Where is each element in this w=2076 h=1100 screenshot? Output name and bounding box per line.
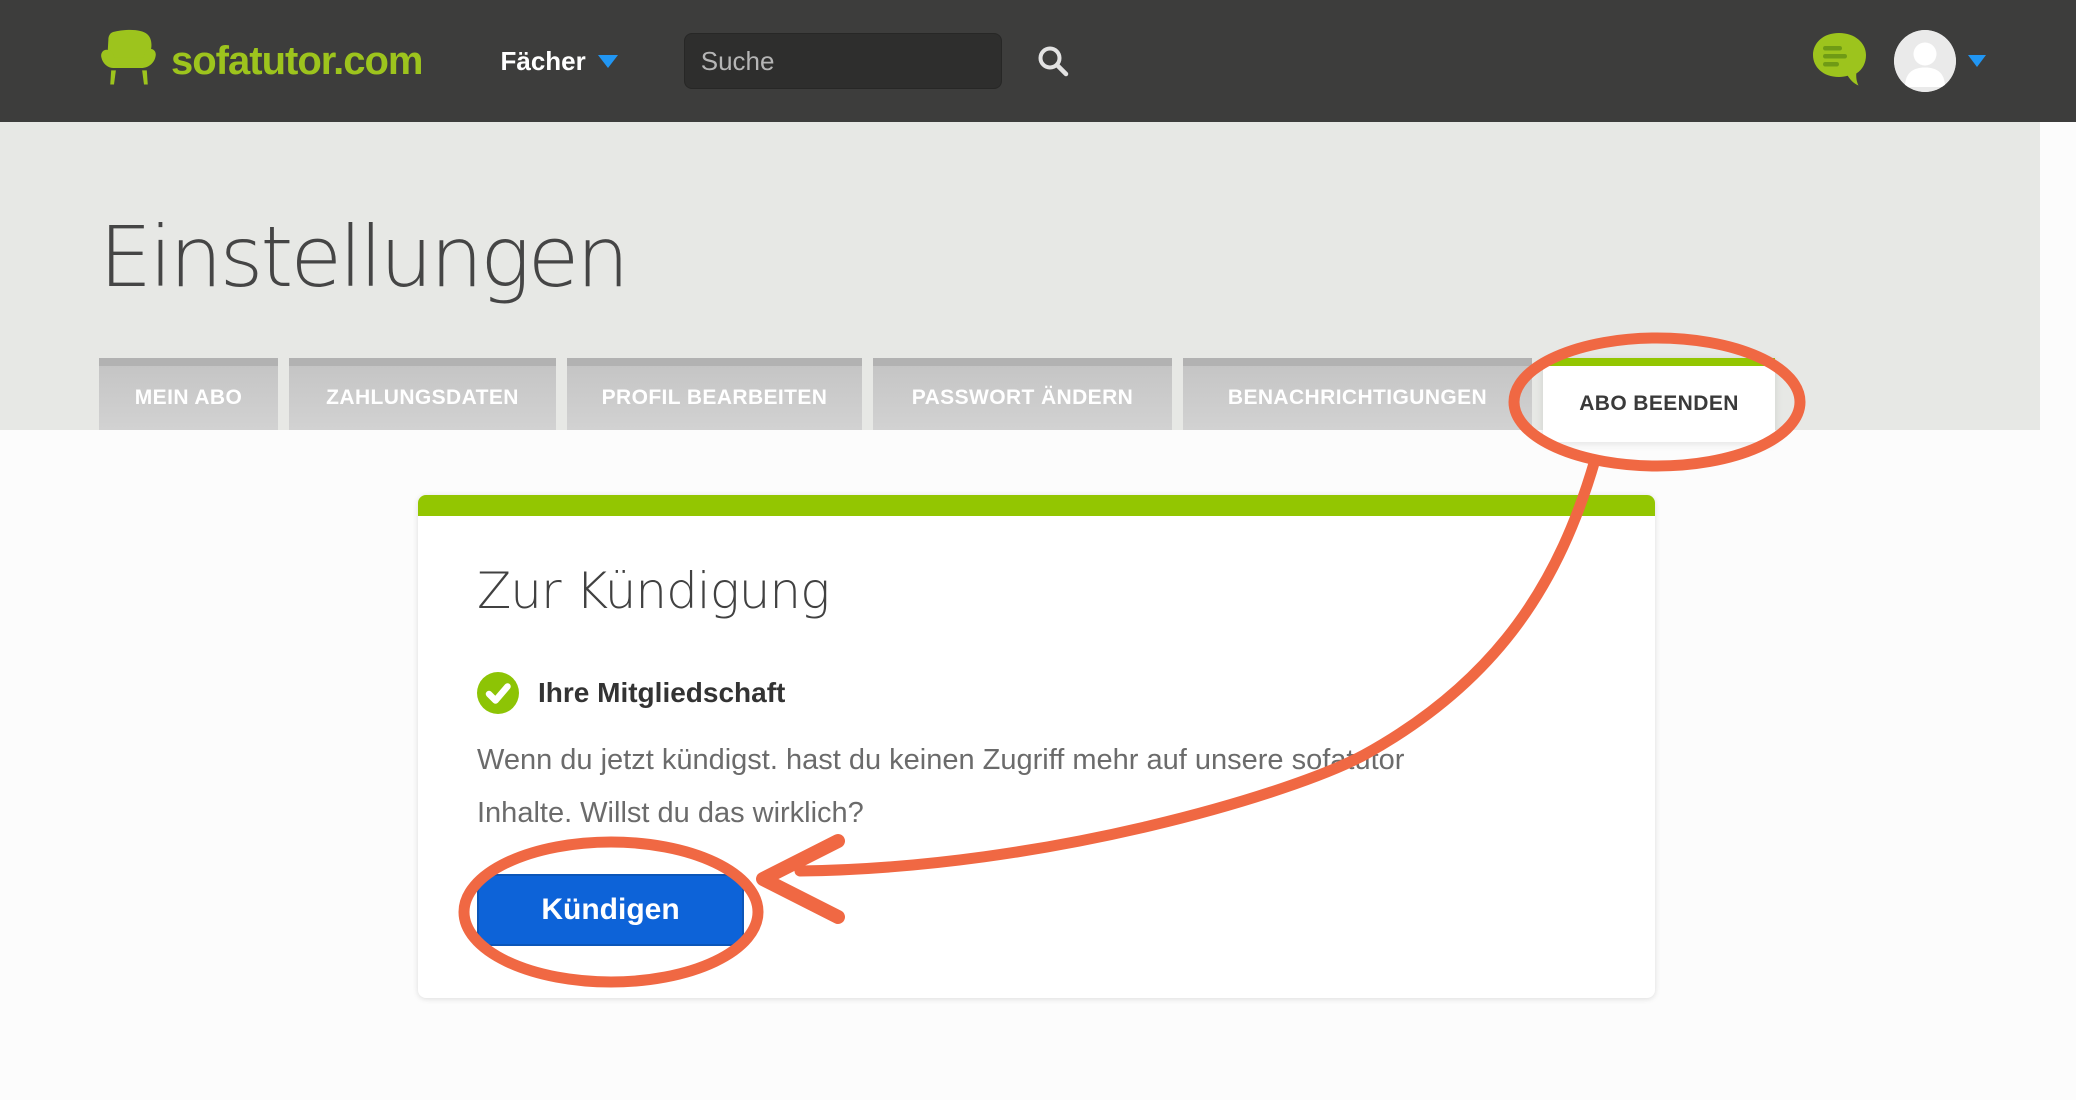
cancellation-card: Zur Kündigung Ihre Mitgliedschaft Wenn d… [418,495,1655,998]
tab-abo-beenden[interactable]: ABO BEENDEN [1543,358,1775,442]
chevron-down-icon [598,55,618,68]
settings-header-section: Einstellungen MEIN ABO ZAHLUNGSDATEN PRO… [0,122,2040,430]
main-content: Zur Kündigung Ihre Mitgliedschaft Wenn d… [0,495,2076,998]
search-input[interactable] [701,46,1036,77]
tab-mein-abo[interactable]: MEIN ABO [99,358,278,430]
warning-line-1: Wenn du jetzt kündigst. hast du keinen Z… [477,734,1596,787]
tab-zahlungsdaten[interactable]: ZAHLUNGSDATEN [289,358,556,430]
check-icon [477,672,519,714]
page-title: Einstellungen [99,208,627,306]
warning-line-2: Inhalte. Willst du das wirklich? [477,787,1596,840]
settings-tabs: MEIN ABO ZAHLUNGSDATEN PROFIL BEARBEITEN… [99,358,1775,430]
cancellation-warning-text: Wenn du jetzt kündigst. hast du keinen Z… [477,734,1596,840]
logo-text: sofatutor.com [171,39,422,84]
sofatutor-logo[interactable]: sofatutor.com [99,28,422,94]
navbar-right [1810,27,1986,95]
account-menu[interactable] [1894,30,1986,92]
membership-label: Ihre Mitgliedschaft [538,677,785,709]
chat-bubble-icon[interactable] [1810,27,1870,95]
chevron-down-icon [1968,55,1986,67]
search-icon[interactable] [1036,44,1070,78]
tab-benachrichtigungen[interactable]: BENACHRICHTIGUNGEN [1183,358,1532,430]
avatar [1894,30,1956,92]
tab-passwort-aendern[interactable]: PASSWORT ÄNDERN [873,358,1172,430]
tab-profil-bearbeiten[interactable]: PROFIL BEARBEITEN [567,358,862,430]
kuendigen-button[interactable]: Kündigen [477,874,744,946]
top-navbar: sofatutor.com Fächer [0,0,2076,122]
membership-status-row: Ihre Mitgliedschaft [477,672,1596,714]
nav-menu-label: Fächer [500,46,585,77]
card-heading: Zur Kündigung [477,564,1596,619]
card-accent-bar [418,495,1655,516]
couch-icon [99,28,159,94]
nav-menu-faecher[interactable]: Fächer [500,46,617,77]
search-box [684,33,1002,89]
